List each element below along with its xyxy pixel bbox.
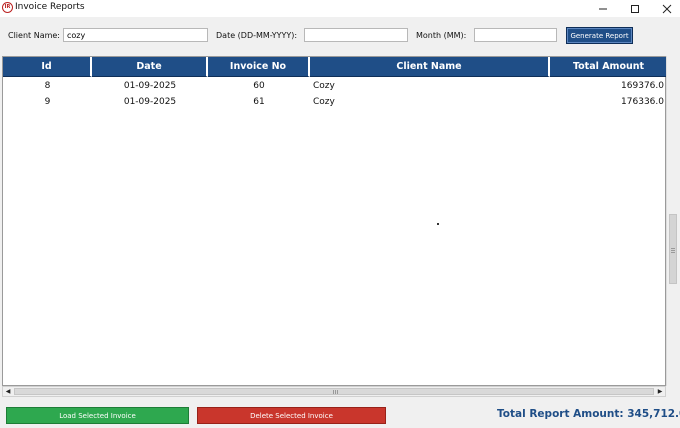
cell-invoice-no: 61	[253, 96, 265, 107]
cell-client-name: Cozy	[313, 80, 335, 91]
table-header: Id Date Invoice No Client Name Total Amo…	[3, 57, 667, 77]
column-header-date[interactable]: Date	[92, 57, 208, 77]
cell-client-name: Cozy	[313, 96, 335, 107]
delete-selected-invoice-button[interactable]: Delete Selected Invoice	[197, 407, 386, 424]
table-row[interactable]: 9 01-09-2025 61 Cozy 176336.0	[3, 94, 667, 109]
maximize-icon	[631, 4, 639, 13]
scroll-left-arrow-icon[interactable]: ◀	[3, 387, 13, 396]
title-bar: IR Invoice Reports	[0, 0, 680, 17]
column-header-total-amount[interactable]: Total Amount	[550, 57, 667, 77]
close-button[interactable]	[650, 0, 680, 17]
cell-id: 8	[44, 80, 51, 91]
cell-date: 01-09-2025	[123, 80, 177, 91]
scroll-right-arrow-icon[interactable]: ▶	[655, 387, 665, 396]
table-row[interactable]: 8 01-09-2025 60 Cozy 169376.0	[3, 78, 667, 93]
grip-line	[333, 390, 334, 394]
generate-report-button[interactable]: Generate Report	[566, 27, 633, 44]
date-input[interactable]	[304, 28, 408, 42]
total-report-amount: Total Report Amount: 345,712.00	[497, 408, 680, 420]
cell-total-amount: 169376.0	[621, 80, 664, 91]
cell-total-amount: 176336.0	[621, 96, 664, 107]
grip-line	[671, 248, 675, 249]
stray-dot	[437, 223, 439, 225]
grip-line	[335, 390, 336, 394]
load-selected-invoice-button[interactable]: Load Selected Invoice	[6, 407, 189, 424]
invoice-table[interactable]: Id Date Invoice No Client Name Total Amo…	[2, 56, 667, 386]
column-header-invoice-no[interactable]: Invoice No	[208, 57, 310, 77]
minimize-icon	[599, 8, 607, 9]
minimize-button[interactable]	[586, 0, 620, 17]
horizontal-scrollbar[interactable]: ◀ ▶	[2, 386, 666, 397]
grip-line	[671, 250, 675, 251]
maximize-button[interactable]	[618, 0, 652, 17]
horizontal-scroll-thumb[interactable]	[14, 388, 654, 395]
vertical-scrollbar[interactable]	[666, 56, 678, 386]
client-name-input[interactable]	[63, 28, 208, 42]
cell-date: 01-09-2025	[123, 96, 177, 107]
month-input[interactable]	[474, 28, 557, 42]
close-icon	[662, 4, 672, 13]
cell-invoice-no: 60	[253, 80, 265, 91]
column-header-client-name[interactable]: Client Name	[310, 57, 550, 77]
cell-id: 9	[44, 96, 51, 107]
column-header-id[interactable]: Id	[3, 57, 92, 77]
grip-line	[671, 252, 675, 253]
vertical-scroll-thumb[interactable]	[669, 214, 677, 284]
app-logo-icon: IR	[2, 2, 13, 13]
date-label: Date (DD-MM-YYYY):	[216, 31, 298, 40]
grip-line	[337, 390, 338, 394]
window-title: Invoice Reports	[15, 2, 85, 12]
month-label: Month (MM):	[416, 31, 467, 40]
client-name-label: Client Name:	[8, 31, 60, 40]
